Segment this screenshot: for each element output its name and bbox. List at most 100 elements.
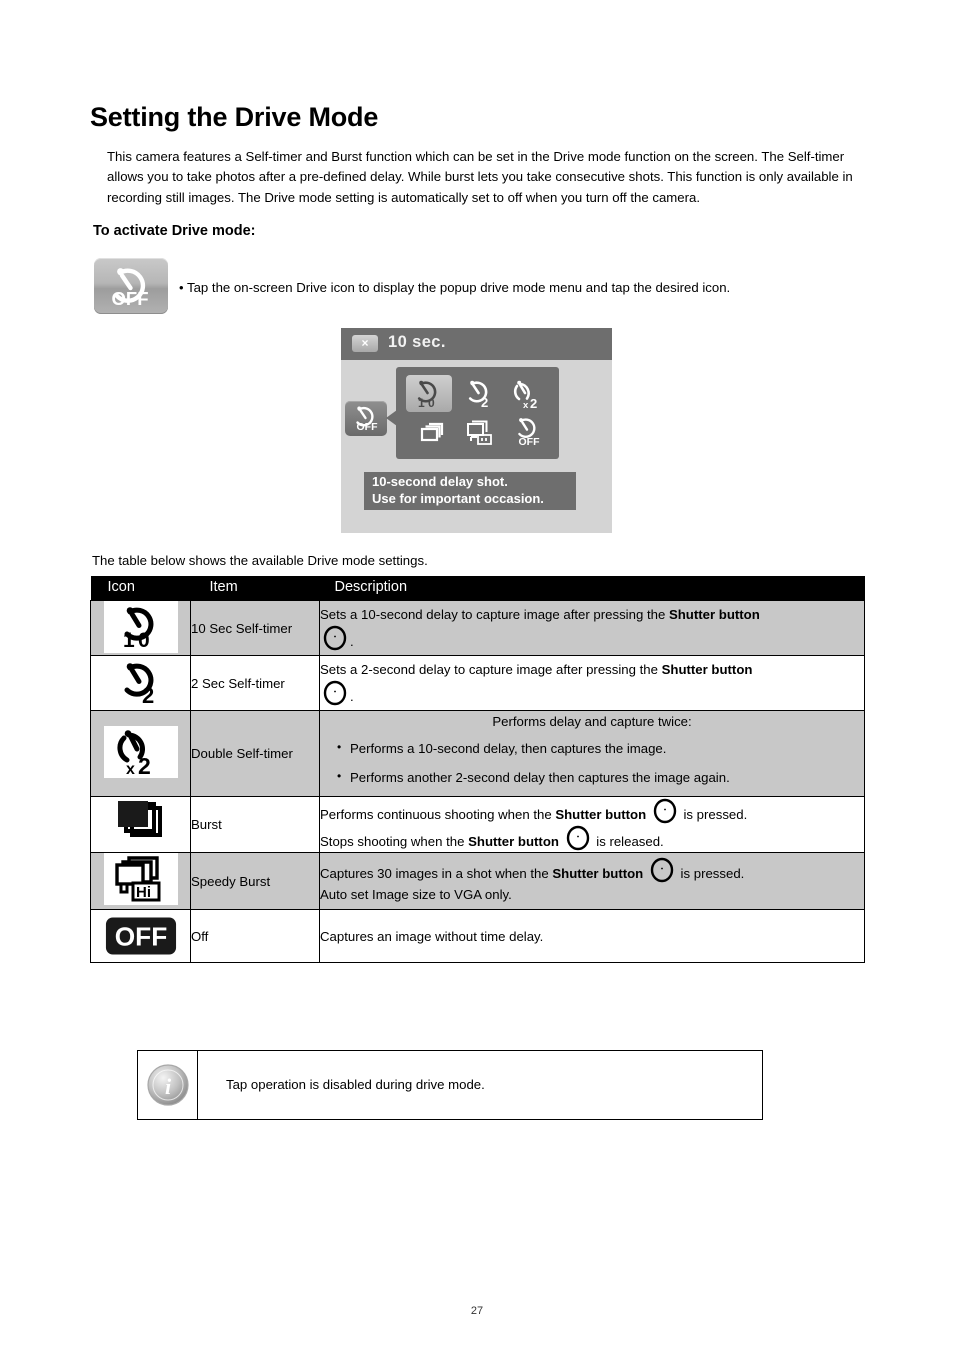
tooltip-line-1: 10-second delay shot. — [372, 474, 508, 489]
drive-off-badge-icon: OFF — [104, 910, 178, 962]
mockup-drive-off-button[interactable]: OFF — [345, 401, 387, 436]
svg-text:x: x — [126, 761, 135, 778]
burst-icon — [420, 422, 444, 441]
burst-icon — [104, 797, 178, 849]
document-page: Setting the Drive Mode This camera featu… — [0, 0, 954, 1350]
desc-line1-bold: Shutter button — [552, 866, 644, 881]
popup-item-speedy-burst[interactable] — [456, 413, 505, 452]
table-row: 2 2 Sec Self-timer Sets a 2-second delay… — [90, 655, 865, 711]
drive-mode-table: Icon Item Description 1 0 10 Sec Self-ti… — [90, 576, 865, 963]
page-title: Setting the Drive Mode — [90, 102, 379, 133]
desc-text-bold: Shutter button — [661, 662, 753, 677]
desc-line1-post: is pressed. — [676, 866, 745, 881]
self-timer-2sec-icon: 2 — [104, 656, 178, 708]
desc-text-pre: Sets a 10-second delay to capture image … — [320, 607, 669, 622]
desc-line1-pre: Captures 30 images in a shot when the — [320, 866, 553, 881]
desc-line1-pre: Performs continuous shooting when the — [320, 806, 556, 822]
row-item-label: Speedy Burst — [190, 852, 320, 910]
row-description: Sets a 10-second delay to capture image … — [319, 600, 865, 656]
close-icon[interactable]: × — [352, 335, 378, 352]
self-timer-10sec-icon: 1 0 — [417, 380, 437, 410]
mockup-title-label: 10 sec. — [388, 333, 446, 351]
info-icon: i — [146, 1064, 189, 1106]
desc-title: Performs delay and capture twice: — [492, 714, 692, 729]
row-description: Performs continuous shooting when the Sh… — [319, 796, 865, 853]
popup-item-drive-off[interactable]: OFF — [505, 413, 554, 452]
bullet-marker: • — [179, 280, 184, 295]
speedy-burst-glyph: Hi — [114, 856, 160, 902]
svg-text:OFF: OFF — [114, 922, 167, 952]
shutter-button-icon — [566, 825, 589, 850]
drive-mode-popup-menu: 1 0 2 x 2 OFF — [396, 367, 559, 459]
row-icon-cell — [90, 796, 191, 853]
row-icon-cell: OFF — [90, 909, 191, 963]
table-row: OFF Off Captures an image without time d… — [90, 909, 865, 963]
column-header-item: Item — [190, 576, 320, 601]
row-icon-cell: Hi — [90, 852, 191, 910]
drive-off-icon: OFF — [517, 417, 540, 448]
row-item-label: 2 Sec Self-timer — [190, 655, 320, 711]
table-row: x 2 Double Self-timer Performs delay and… — [90, 710, 865, 797]
page-number: 27 — [470, 1305, 484, 1317]
desc-line1-bold: Shutter button — [555, 806, 647, 822]
note-text: Tap operation is disabled during drive m… — [226, 1077, 485, 1092]
intro-paragraph: This camera features a Self-timer and Bu… — [107, 149, 853, 205]
svg-text:0: 0 — [428, 396, 435, 410]
row-item-label: Burst — [190, 796, 320, 853]
desc-bullet-item: Performs a 10-second delay, then capture… — [337, 737, 864, 759]
desc-text-post: . — [350, 689, 354, 704]
desc-text-bold: Shutter button — [668, 607, 760, 622]
popup-item-self-timer-2sec[interactable]: 2 — [456, 374, 505, 413]
row-item-label: 10 Sec Self-timer — [190, 600, 320, 656]
svg-text:2: 2 — [142, 683, 154, 707]
self-timer-2sec-icon: 2 — [469, 380, 488, 410]
svg-text:OFF: OFF — [518, 436, 540, 448]
row-description: Performs delay and capture twice: Perfor… — [319, 710, 865, 797]
self-timer-double-icon: x 2 — [513, 380, 537, 411]
row-icon-cell: x 2 — [90, 710, 191, 797]
speedy-burst-icon — [467, 420, 493, 445]
row-icon-cell: 1 0 — [90, 600, 191, 656]
burst-glyph — [117, 801, 162, 837]
camera-screen-mockup: × 10 sec. OFF 1 0 2 x 2 OFF 10-second de… — [341, 328, 612, 533]
row-description: Captures 30 images in a shot when the Sh… — [319, 852, 865, 910]
self-timer-10sec-icon: 1 0 — [103, 601, 178, 653]
row-description: Captures an image without time delay. — [319, 909, 865, 963]
drive-off-glyph: OFF — [112, 268, 149, 309]
table-row: Burst Performs continuous shooting when … — [90, 796, 865, 853]
column-header-icon: Icon — [90, 576, 191, 601]
popup-item-self-timer-double[interactable]: x 2 — [505, 374, 554, 413]
speedy-burst-icon: Hi — [103, 853, 178, 905]
popup-item-burst[interactable] — [402, 413, 456, 452]
desc-line2-pre: Stops shooting when the — [320, 833, 469, 849]
self-timer-2sec-glyph: 2 — [124, 663, 154, 707]
svg-text:OFF: OFF — [357, 421, 379, 433]
activate-bullet-text: Tap the on-screen Drive icon to display … — [187, 280, 731, 295]
desc-line-2: Auto set Image size to VGA only. — [320, 887, 512, 902]
self-timer-10sec-glyph: 1 0 — [123, 607, 153, 652]
desc-line-1: Captures 30 images in a shot when the Sh… — [320, 857, 864, 884]
drive-mode-popup-grid: 1 0 2 x 2 OFF — [396, 367, 559, 459]
note-icon-cell: i — [138, 1051, 198, 1119]
row-icon-cell: 2 — [90, 655, 191, 711]
desc-text-post: . — [350, 634, 354, 649]
drive-off-icon: OFF — [94, 258, 168, 314]
column-header-description: Description — [319, 576, 865, 601]
shutter-button-icon — [653, 798, 677, 823]
popup-item-self-timer-10sec[interactable]: 1 0 — [406, 375, 452, 412]
svg-text:OFF: OFF — [112, 288, 149, 309]
desc-line2-post: is released. — [592, 833, 664, 849]
table-row: Hi Speedy Burst Captures 30 images in a … — [90, 852, 865, 910]
desc-line-2: Stops shooting when the Shutter button i… — [320, 825, 864, 852]
row-item-label: Double Self-timer — [190, 710, 320, 797]
table-row: 1 0 10 Sec Self-timer Sets a 10-second d… — [90, 600, 865, 656]
svg-text:x: x — [523, 400, 529, 411]
activate-drive-mode-bullet: • Tap the on-screen Drive icon to displa… — [179, 279, 730, 297]
svg-text:i: i — [164, 1074, 171, 1099]
svg-text:0: 0 — [138, 629, 150, 652]
note-box: i Tap operation is disabled during drive… — [137, 1050, 763, 1120]
tooltip-line-2: Use for important occasion. — [372, 491, 544, 506]
row-description: Sets a 2-second delay to capture image a… — [319, 655, 865, 711]
shutter-button-icon — [650, 857, 674, 883]
table-header-row: Icon Item Description — [90, 576, 865, 601]
